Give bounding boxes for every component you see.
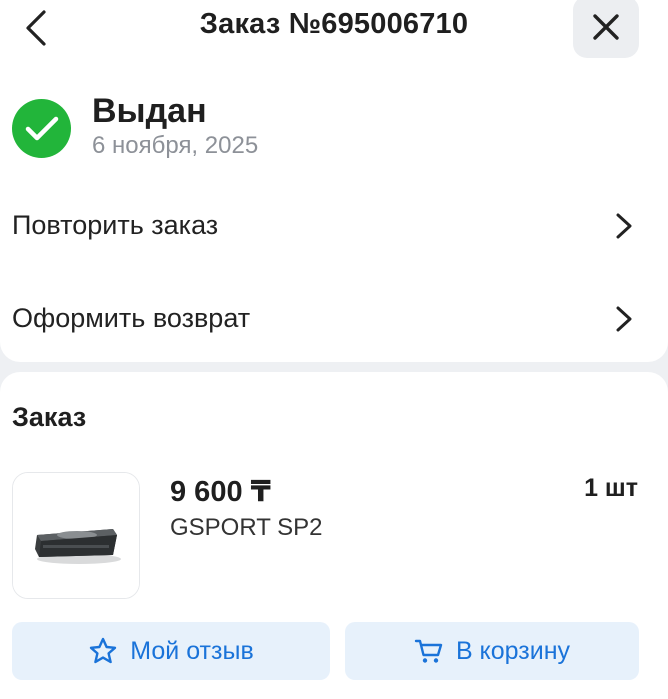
status-date: 6 ноября, 2025 bbox=[92, 132, 259, 159]
product-image[interactable] bbox=[12, 472, 140, 599]
add-to-cart-label: В корзину bbox=[455, 636, 571, 665]
order-items-card: Заказ 9 600 ₸ GSPORT SP2 1 шт Мой отзыв bbox=[0, 372, 668, 699]
product-quantity: 1 шт bbox=[584, 474, 638, 502]
section-title: Заказ bbox=[12, 402, 87, 432]
chevron-right-icon bbox=[616, 213, 632, 239]
my-review-button[interactable]: Мой отзыв bbox=[12, 622, 330, 680]
close-icon bbox=[593, 14, 619, 40]
repeat-order-label: Повторить заказ bbox=[12, 209, 219, 240]
close-button[interactable] bbox=[573, 0, 639, 58]
chevron-right-icon bbox=[616, 306, 632, 332]
product-name[interactable]: GSPORT SP2 bbox=[170, 514, 323, 542]
product-price: 9 600 ₸ bbox=[170, 476, 271, 508]
return-order-label: Оформить возврат bbox=[12, 302, 251, 333]
check-circle-icon bbox=[12, 99, 71, 158]
star-icon bbox=[88, 636, 118, 666]
status-title: Выдан bbox=[92, 92, 207, 130]
my-review-label: Мой отзыв bbox=[130, 636, 254, 665]
cart-icon bbox=[414, 636, 444, 666]
return-order-row[interactable]: Оформить возврат bbox=[0, 283, 668, 353]
add-to-cart-button[interactable]: В корзину bbox=[345, 622, 639, 680]
order-header-card: Заказ №695006710 Выдан 6 ноября, 2025 По… bbox=[0, 0, 668, 362]
page-title: Заказ №695006710 bbox=[199, 8, 469, 40]
repeat-order-row[interactable]: Повторить заказ bbox=[0, 190, 668, 260]
